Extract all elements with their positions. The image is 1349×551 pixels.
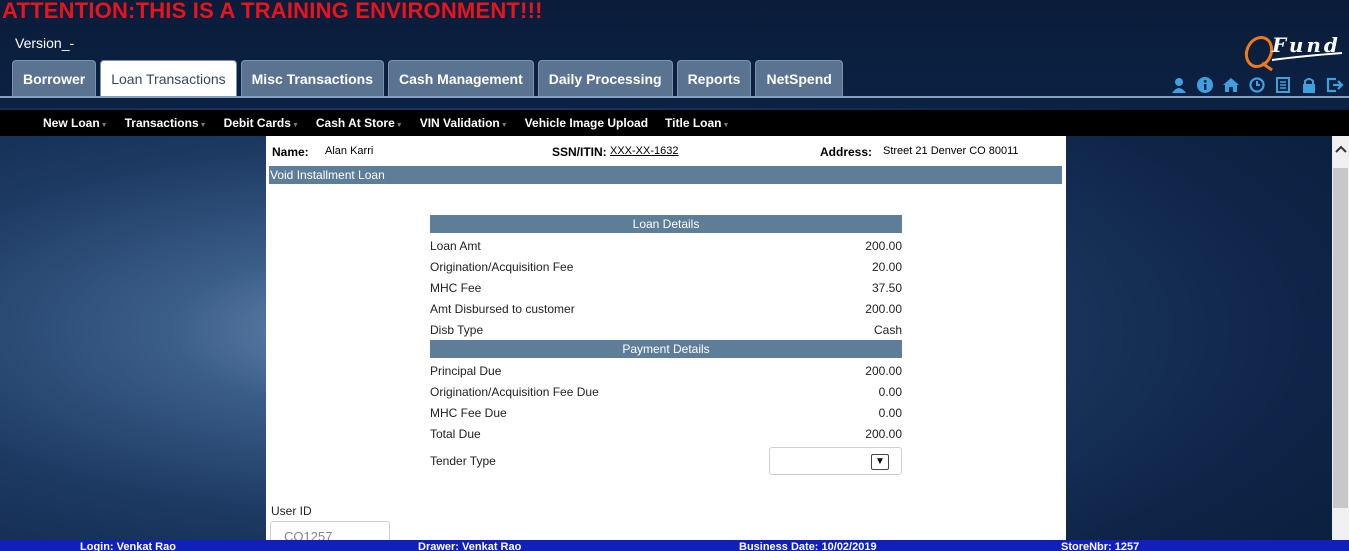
- scroll-up-icon[interactable]: [1332, 144, 1349, 161]
- status-business-date: Business Date: 10/02/2019: [739, 541, 877, 551]
- caret-down-icon: ▼: [395, 122, 403, 129]
- submenu-vin-validation[interactable]: VIN Validation▼: [420, 116, 508, 130]
- customer-info-row: Name: Alan Karri SSN/ITIN: XXX-XX-1632 A…: [266, 145, 1066, 163]
- tab-divider: [0, 96, 1349, 98]
- detail-label: Origination/Acquisition Fee Due: [430, 384, 599, 399]
- submenu-label: VIN Validation: [419, 116, 500, 130]
- detail-label: Loan Amt: [430, 238, 481, 253]
- details-table: Loan Details Loan Amt 200.00 Origination/…: [430, 215, 902, 478]
- caret-down-icon: ▼: [500, 122, 508, 129]
- payment-details-header: Payment Details: [430, 340, 902, 358]
- main-tabs: Borrower Loan Transactions Misc Transact…: [12, 60, 847, 97]
- detail-value: 200.00: [865, 363, 902, 378]
- submenu-label: New Loan: [43, 116, 100, 130]
- lock-icon[interactable]: [1299, 75, 1319, 95]
- customer-address: Street 21 Denver CO 80011: [883, 145, 1019, 157]
- detail-row: MHC Fee 37.50: [430, 277, 902, 298]
- loan-details-header: Loan Details: [430, 215, 902, 233]
- logout-icon[interactable]: [1325, 75, 1345, 95]
- detail-value: 200.00: [865, 238, 902, 253]
- detail-value: 20.00: [871, 259, 902, 274]
- detail-row: Disb Type Cash: [430, 319, 902, 340]
- clock-icon[interactable]: [1247, 75, 1267, 95]
- submenu-label: Vehicle Image Upload: [524, 116, 649, 130]
- tab-netspend[interactable]: NetSpend: [755, 60, 843, 97]
- version-label: Version_-: [15, 35, 75, 51]
- submenu-label: Debit Cards: [223, 116, 291, 130]
- user-id-input[interactable]: CO1257: [270, 521, 390, 540]
- detail-value: Cash: [873, 322, 902, 337]
- detail-value: 0.00: [878, 384, 902, 399]
- tender-type-row: Tender Type ▼: [430, 444, 902, 478]
- submenu-label: Title Loan: [665, 116, 722, 130]
- detail-label: Principal Due: [430, 363, 502, 378]
- detail-label: Total Due: [430, 426, 481, 441]
- status-store-number: StoreNbr: 1257: [1061, 541, 1140, 551]
- status-login: Login: Venkat Rao: [80, 541, 176, 551]
- detail-row: Amt Disbursed to customer 200.00: [430, 298, 902, 319]
- ssn-link[interactable]: XXX-XX-1632: [610, 145, 678, 157]
- info-icon[interactable]: [1195, 75, 1215, 95]
- detail-row: Principal Due 200.00: [430, 360, 902, 381]
- tab-loan-transactions[interactable]: Loan Transactions: [100, 60, 237, 97]
- detail-row: Loan Amt 200.00: [430, 235, 902, 256]
- submenu-label: Transactions: [124, 116, 199, 130]
- training-banner: ATTENTION:THIS IS A TRAINING ENVIRONMENT…: [2, 0, 543, 23]
- detail-row: MHC Fee Due 0.00: [430, 402, 902, 423]
- detail-value: 0.00: [878, 405, 902, 420]
- submenu-cash-at-store[interactable]: Cash At Store▼: [316, 116, 403, 130]
- user-id-label: User ID: [271, 504, 312, 518]
- submenu-vehicle-image-upload[interactable]: Vehicle Image Upload: [525, 116, 648, 130]
- sub-menu-bar: New Loan▼ Transactions▼ Debit Cards▼ Cas…: [0, 110, 1349, 136]
- status-bar: Login: Venkat Rao Drawer: Venkat Rao Bus…: [0, 540, 1349, 551]
- notes-icon[interactable]: [1273, 75, 1293, 95]
- home-icon[interactable]: [1221, 75, 1241, 95]
- qfund-logo: Fund: [1244, 33, 1343, 72]
- tender-type-label: Tender Type: [430, 454, 496, 468]
- detail-label: Amt Disbursed to customer: [430, 301, 575, 316]
- caret-down-icon: ▼: [199, 122, 207, 129]
- submenu-title-loan[interactable]: Title Loan▼: [665, 116, 729, 130]
- submenu-label: Cash At Store: [315, 116, 395, 130]
- tab-borrower[interactable]: Borrower: [12, 60, 97, 97]
- detail-value: 200.00: [865, 426, 902, 441]
- user-icon[interactable]: [1169, 75, 1189, 95]
- detail-value: 200.00: [865, 301, 902, 316]
- page-scrollbar[interactable]: [1332, 136, 1349, 540]
- caret-down-icon: ▼: [100, 122, 108, 129]
- tender-type-select[interactable]: ▼: [769, 447, 902, 475]
- detail-label: Origination/Acquisition Fee: [430, 259, 574, 274]
- detail-label: MHC Fee: [430, 280, 482, 295]
- detail-row: Total Due 200.00: [430, 423, 902, 444]
- address-label: Address:: [820, 145, 873, 159]
- detail-value: 37.50: [871, 280, 902, 295]
- app-header: ATTENTION:THIS IS A TRAINING ENVIRONMENT…: [0, 0, 1349, 108]
- detail-label: MHC Fee Due: [430, 405, 507, 420]
- submenu-transactions[interactable]: Transactions▼: [125, 116, 207, 130]
- caret-down-icon: ▼: [722, 122, 730, 129]
- tab-cash-management[interactable]: Cash Management: [388, 60, 534, 97]
- ssn-label: SSN/ITIN:: [552, 145, 607, 159]
- main-panel: Name: Alan Karri SSN/ITIN: XXX-XX-1632 A…: [266, 136, 1066, 540]
- scroll-thumb[interactable]: [1333, 168, 1348, 508]
- detail-row: Origination/Acquisition Fee 20.00: [430, 256, 902, 277]
- detail-row: Origination/Acquisition Fee Due 0.00: [430, 381, 902, 402]
- tab-reports[interactable]: Reports: [676, 60, 752, 97]
- customer-name: Alan Karri: [325, 145, 374, 157]
- chevron-down-icon: ▼: [871, 454, 889, 470]
- status-drawer: Drawer: Venkat Rao: [418, 541, 522, 551]
- name-label: Name:: [272, 145, 309, 159]
- tab-daily-processing[interactable]: Daily Processing: [537, 60, 673, 97]
- page-title: Void Installment Loan: [269, 166, 1062, 184]
- detail-label: Disb Type: [430, 322, 484, 337]
- submenu-new-loan[interactable]: New Loan▼: [43, 116, 108, 130]
- submenu-debit-cards[interactable]: Debit Cards▼: [224, 116, 299, 130]
- tab-misc-transactions[interactable]: Misc Transactions: [240, 60, 385, 97]
- caret-down-icon: ▼: [291, 122, 299, 129]
- header-icon-bar: [1169, 75, 1345, 95]
